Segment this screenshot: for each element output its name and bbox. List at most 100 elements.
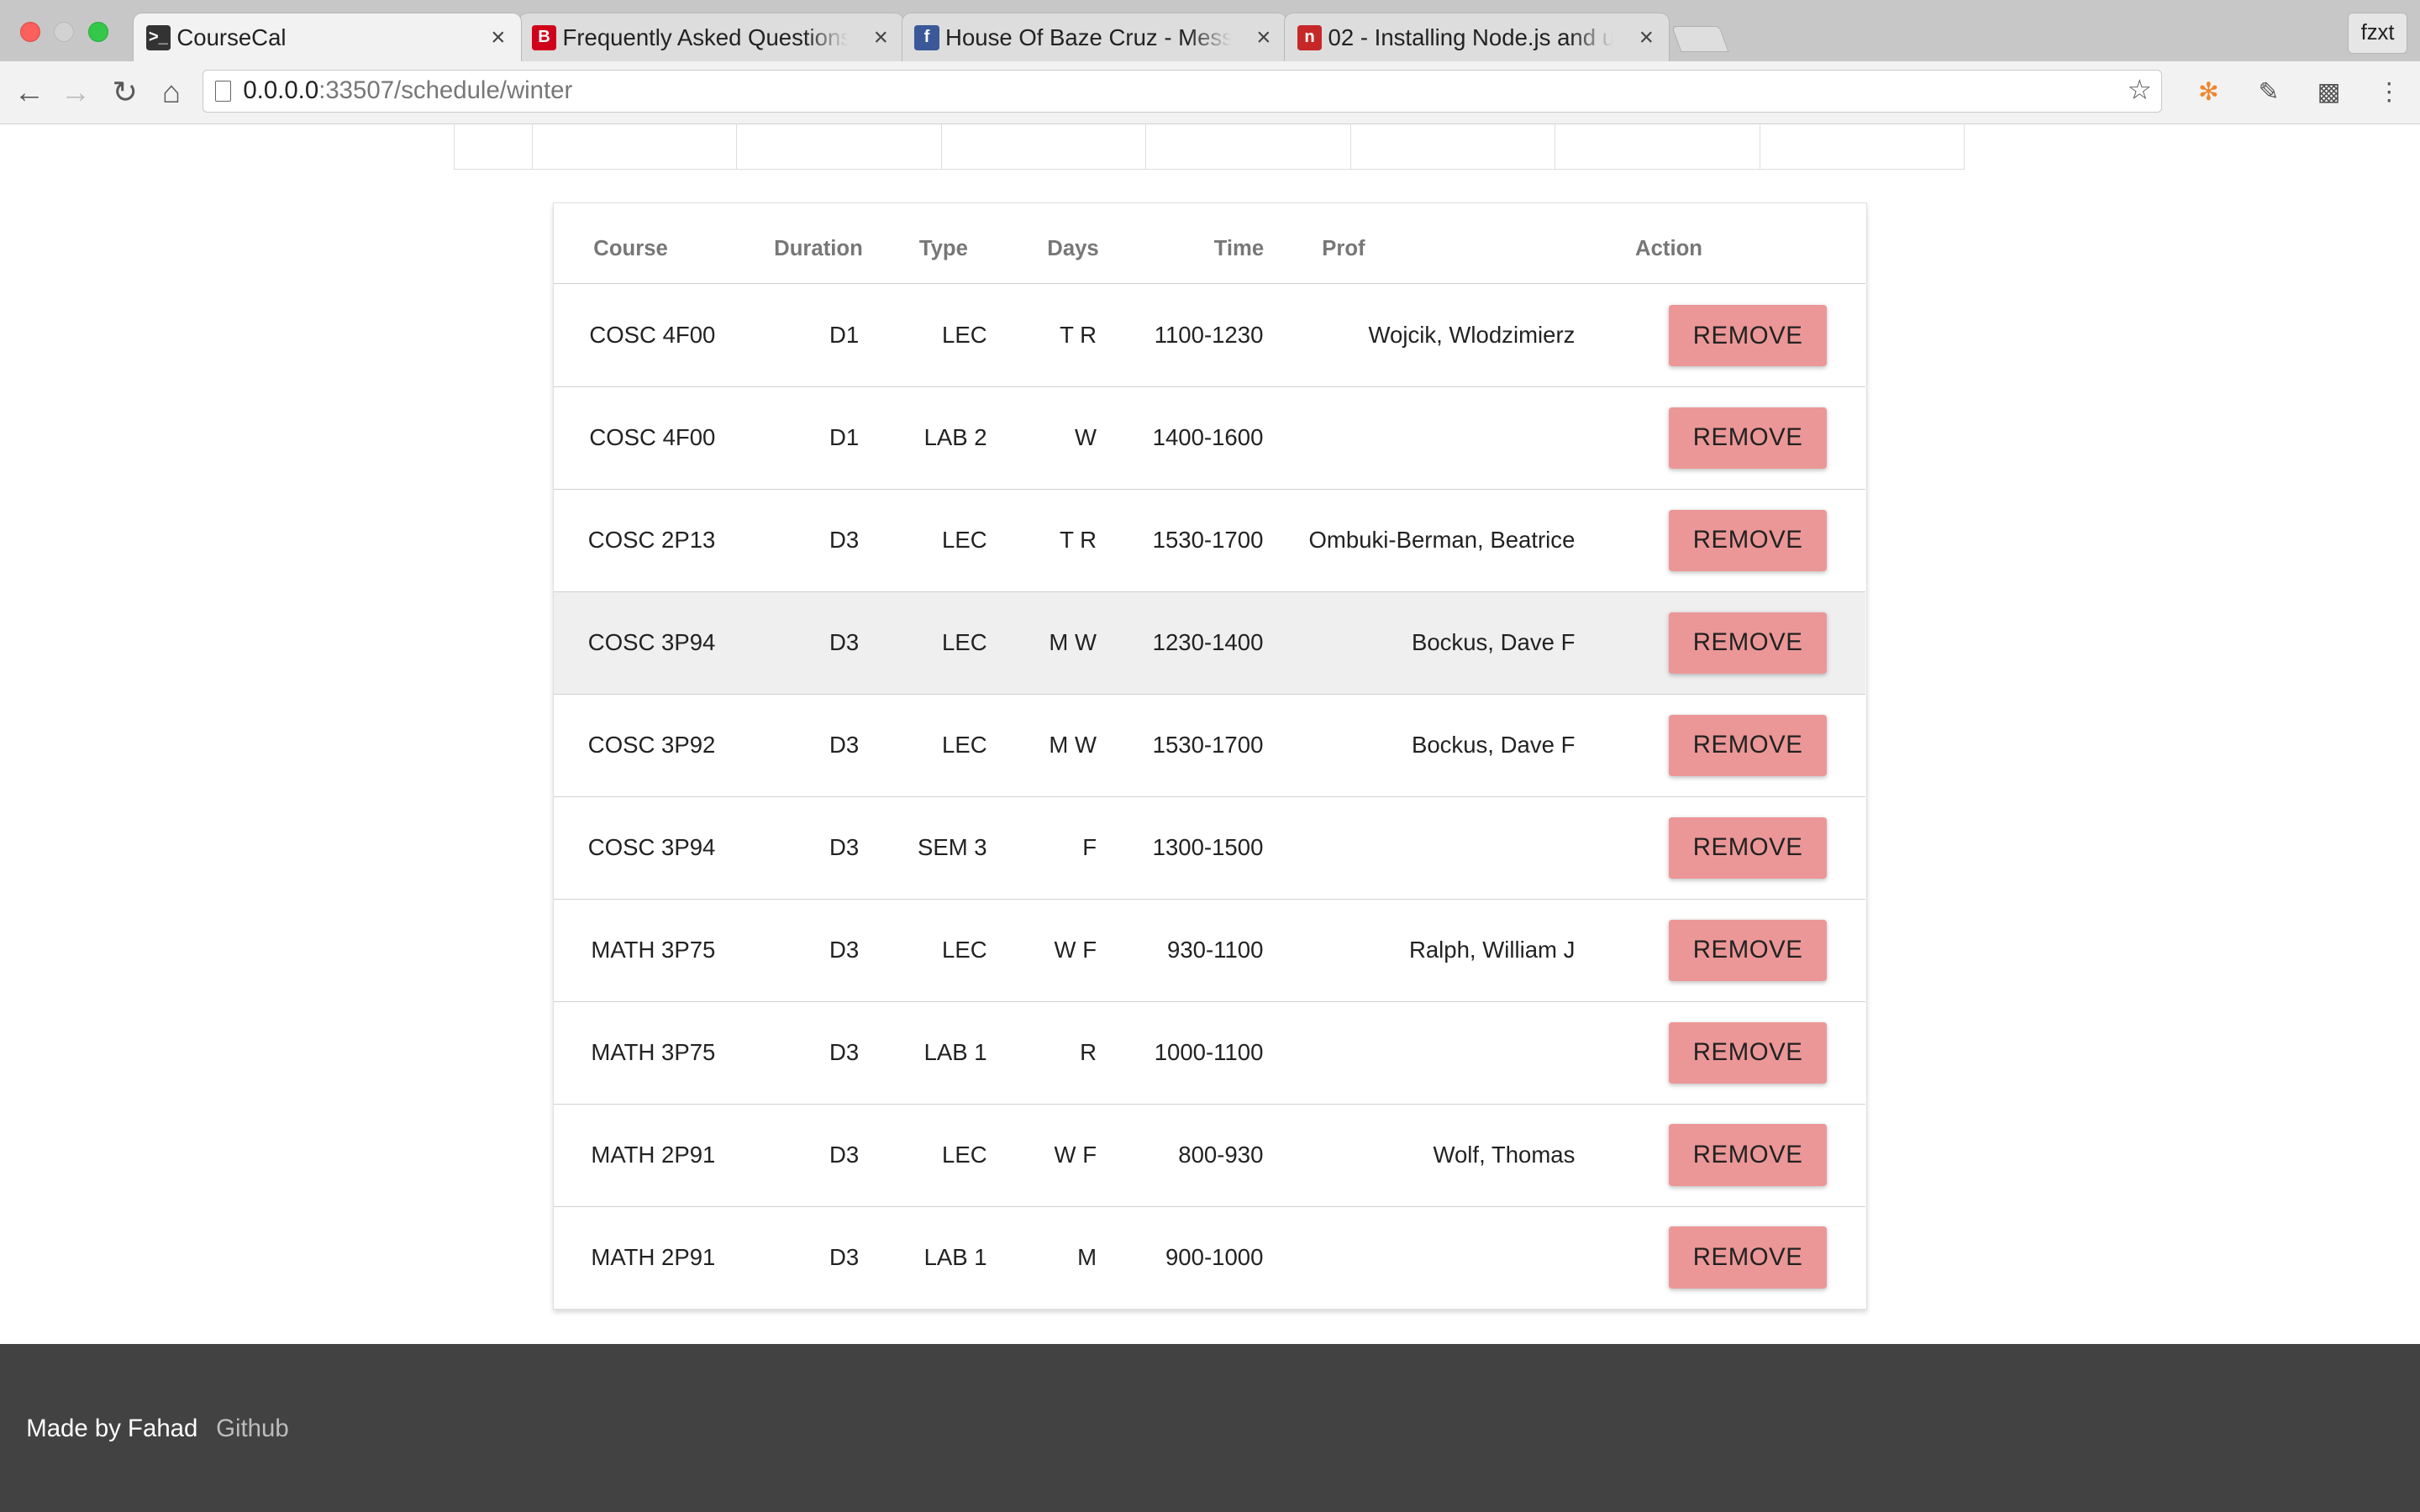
time-cell: 900-1000 [1165, 1243, 1264, 1270]
remove-button[interactable]: REMOVE [1669, 407, 1827, 470]
table-row: COSC 2P13 D3 LEC T R 1530-1700 Ombuki-Berman,… [553, 490, 1865, 593]
reload-icon[interactable]: ↻ [107, 61, 144, 123]
remove-button[interactable]: REMOVE [1669, 919, 1827, 981]
page-footer: Made by Fahad Github [0, 1343, 2420, 1512]
page-icon [215, 81, 231, 102]
close-icon[interactable]: × [1639, 13, 1654, 62]
header-prof: Prof [1322, 237, 1365, 260]
remove-button[interactable]: REMOVE [1669, 816, 1827, 879]
bookmark-star-icon[interactable]: ☆ [2128, 71, 2153, 111]
type-cell: LAB 1 [923, 1243, 987, 1270]
remove-button[interactable]: REMOVE [1669, 714, 1827, 777]
course-cell: COSC 3P92 [587, 731, 716, 758]
calendar-cell [940, 123, 1146, 170]
tab-nodejs[interactable]: n 02 - Installing Node.js and upd × [1284, 12, 1670, 62]
table-row: COSC 4F00 D1 LAB 2 W 1400-1600 REMOVE [553, 387, 1865, 491]
days-cell: R [1080, 1038, 1097, 1065]
header-time: Time [1213, 237, 1265, 260]
header-duration: Duration [774, 237, 863, 260]
course-cell: MATH 2P91 [591, 1243, 716, 1270]
remove-button[interactable]: REMOVE [1669, 1021, 1827, 1084]
close-icon[interactable]: × [491, 13, 505, 62]
url-text[interactable]: 0.0.0.0:33507/schedule/winter [243, 71, 572, 111]
days-cell: W F [1054, 936, 1097, 963]
table-row: COSC 3P94 D3 LEC M W 1230-1400 Bockus, Dave F… [553, 591, 1865, 696]
tab-coursecal[interactable]: >_ CourseCal × [132, 12, 522, 62]
course-cell: COSC 4F00 [589, 322, 716, 349]
course-cell: MATH 2P91 [591, 1141, 716, 1168]
days-cell: M [1077, 1243, 1097, 1270]
prof-cell: Bockus, Dave F [1411, 628, 1576, 655]
new-tab-button[interactable] [1670, 26, 1729, 53]
n-logo-icon: n [1297, 25, 1323, 50]
days-cell: W [1075, 423, 1097, 450]
remove-button[interactable]: REMOVE [1669, 304, 1827, 367]
remove-button[interactable]: REMOVE [1669, 1124, 1827, 1186]
table-header: Course Duration Type Days Time Prof Acti… [553, 203, 1865, 285]
extension-box-icon[interactable]: ▩ [2313, 77, 2344, 108]
eyedropper-icon[interactable]: ✎ [2254, 77, 2285, 108]
days-cell: T R [1060, 322, 1097, 349]
table-row: MATH 3P75 D3 LEC W F 930-1100 Ralph, William … [553, 900, 1865, 1002]
window-maximize-button[interactable] [87, 21, 108, 42]
remove-button[interactable]: REMOVE [1669, 612, 1827, 675]
b-logo-icon: B [531, 25, 557, 50]
days-cell: M W [1049, 731, 1097, 758]
duration-cell: D3 [829, 731, 860, 758]
time-cell: 1100-1230 [1154, 322, 1264, 349]
remove-button[interactable]: REMOVE [1669, 509, 1827, 572]
calendar-cell [1759, 123, 1965, 170]
profile-button[interactable]: fzxt [2347, 12, 2408, 55]
duration-cell: D3 [829, 1141, 860, 1168]
course-cell: MATH 3P75 [591, 1038, 716, 1065]
time-cell: 1000-1100 [1154, 1038, 1264, 1065]
calendar-cell [1555, 123, 1760, 170]
terminal-icon: >_ [145, 25, 171, 50]
prof-cell: Wojcik, Wlodzimierz [1368, 322, 1576, 349]
extension-circle-icon[interactable]: ✻ [2193, 77, 2224, 108]
address-bar[interactable]: 0.0.0.0:33507/schedule/winter ☆ [202, 69, 2163, 113]
made-by-text: Made by Fahad [26, 1415, 198, 1443]
duration-cell: D3 [829, 833, 860, 860]
calendar-grid-edge [453, 123, 1965, 171]
back-arrow-icon[interactable]: ← [11, 61, 48, 123]
menu-dots-icon[interactable]: ⋮ [2374, 77, 2405, 108]
table-row: MATH 2P91 D3 LEC W F 800-930 Wolf, Thomas REMO… [553, 1105, 1865, 1207]
type-cell: SEM 3 [917, 833, 987, 860]
duration-cell: D1 [829, 322, 860, 349]
days-cell: M W [1049, 628, 1097, 655]
header-action: Action [1635, 237, 1703, 260]
close-icon[interactable]: × [1256, 13, 1270, 62]
type-cell: LEC [942, 526, 987, 553]
close-icon[interactable]: × [874, 13, 888, 62]
calendar-cell [531, 123, 737, 170]
course-cell: COSC 2P13 [587, 526, 716, 553]
time-cell: 1230-1400 [1152, 628, 1264, 655]
calendar-cell [1349, 123, 1555, 170]
course-cell: MATH 3P75 [591, 936, 716, 963]
home-icon[interactable]: ⌂ [153, 61, 190, 123]
browser-tab-bar: >_ CourseCal × B Frequently Asked Questi… [0, 0, 2420, 63]
window-minimize-button[interactable] [54, 21, 75, 42]
remove-button[interactable]: REMOVE [1669, 1226, 1827, 1289]
prof-cell: Ralph, William J [1408, 936, 1576, 963]
duration-cell: D1 [829, 423, 860, 450]
duration-cell: D3 [829, 628, 860, 655]
type-cell: LEC [942, 628, 987, 655]
tab-title: Frequently Asked Questions | B [562, 24, 849, 50]
days-cell: F [1082, 833, 1097, 860]
github-link[interactable]: Github [216, 1415, 289, 1443]
table-row: MATH 3P75 D3 LAB 1 R 1000-1100 REMOVE [553, 1002, 1865, 1105]
time-cell: 800-930 [1178, 1141, 1264, 1168]
table-row: MATH 2P91 D3 LAB 1 M 900-1000 REMOVE [554, 1207, 1865, 1309]
forward-arrow-icon[interactable]: → [57, 61, 94, 123]
prof-cell: Wolf, Thomas [1433, 1141, 1576, 1168]
tab-faq[interactable]: B Frequently Asked Questions | B × [518, 12, 905, 62]
time-cell: 1530-1700 [1152, 526, 1264, 553]
window-close-button[interactable] [19, 21, 40, 42]
tab-messenger[interactable]: f House Of Baze Cruz - Messag × [901, 12, 1287, 62]
type-cell: LEC [942, 1141, 987, 1168]
days-cell: T R [1060, 526, 1097, 553]
type-cell: LAB 1 [923, 1038, 987, 1065]
time-cell: 1400-1600 [1152, 423, 1264, 450]
